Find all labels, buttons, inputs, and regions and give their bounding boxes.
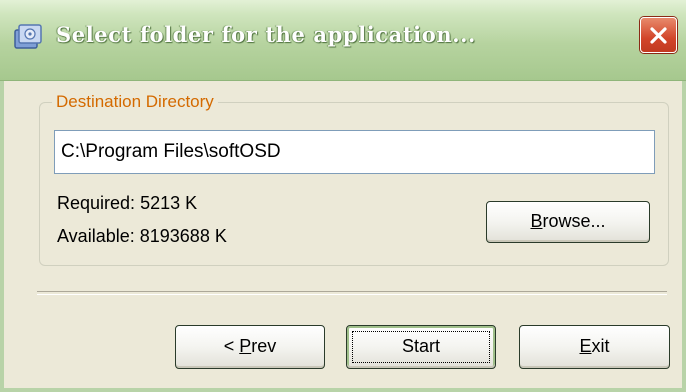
browse-label-rest: rowse... [542,210,606,231]
prev-mnemonic: P [239,335,252,356]
close-button[interactable] [640,17,677,53]
available-space-text: Available: 8193688 K [57,226,227,247]
browse-mnemonic: B [530,210,543,231]
prev-prefix: < [223,335,240,356]
available-value: 8193688 K [139,226,227,246]
title-bar[interactable]: Select folder for the application... [0,0,686,81]
setup-dialog-window: Select folder for the application... Des… [0,0,686,392]
exit-label-rest: xit [591,335,610,356]
required-label: Required: [57,193,136,213]
available-label: Available: [57,226,135,246]
prev-label-rest: rev [251,335,277,356]
exit-button[interactable]: Exit [519,325,670,369]
destination-path-input[interactable] [54,130,655,174]
exit-mnemonic: E [579,335,592,356]
required-space-text: Required: 5213 K [57,193,197,214]
start-button[interactable]: Start [346,325,496,369]
separator-line [37,291,667,295]
app-installer-icon [14,24,42,49]
window-title: Select folder for the application... [56,22,476,47]
close-icon [650,27,667,44]
required-value: 5213 K [140,193,198,213]
browse-button[interactable]: Browse... [486,201,650,243]
start-label: Start [401,335,440,356]
destination-group-label: Destination Directory [52,92,218,112]
prev-button[interactable]: < Prev [175,325,325,369]
